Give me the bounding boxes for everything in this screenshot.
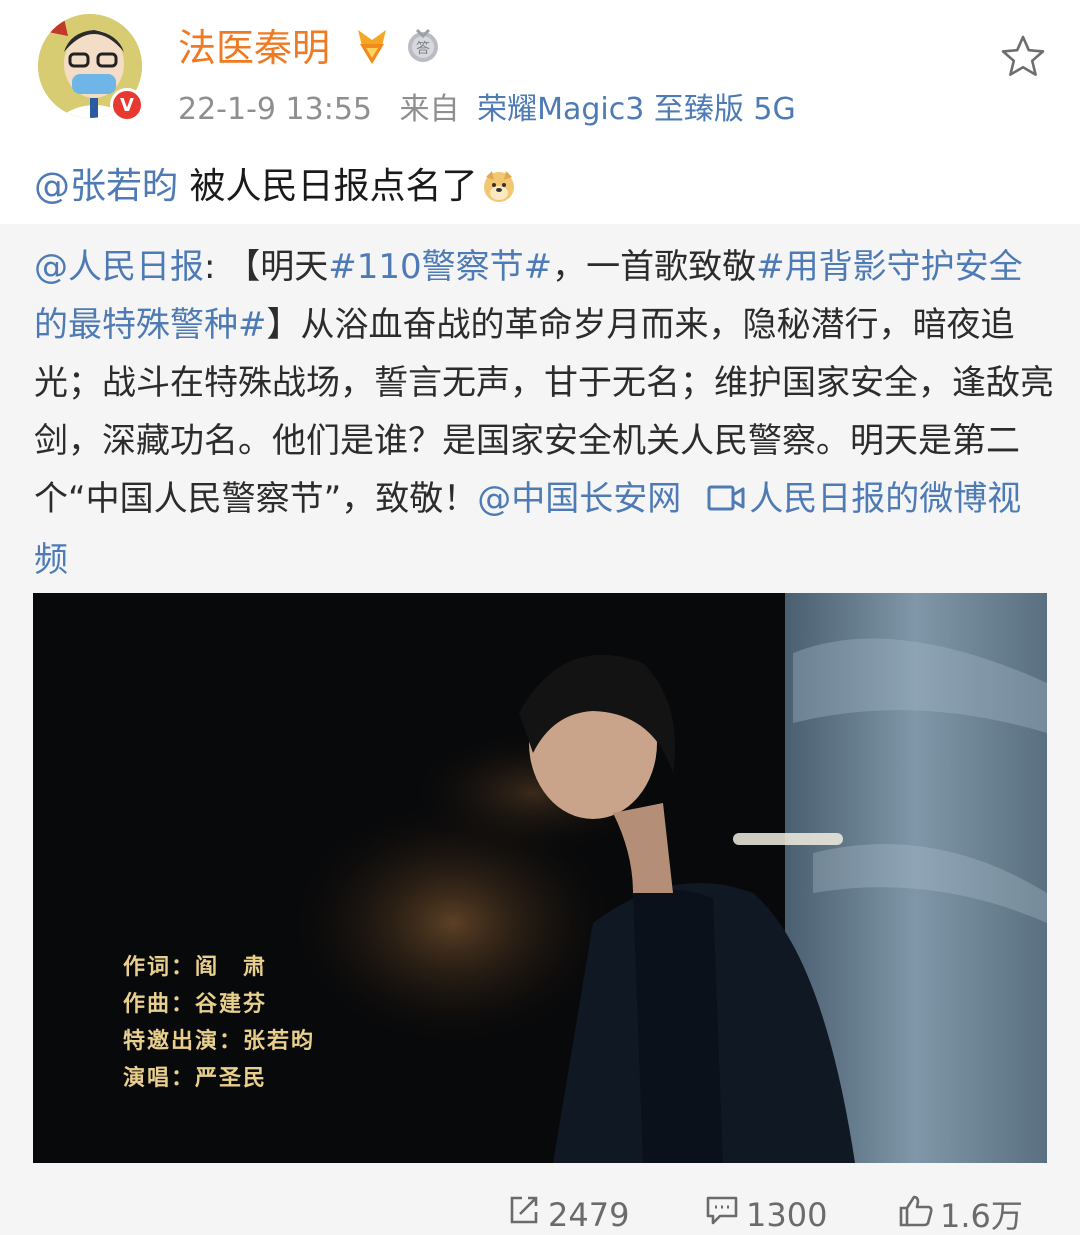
repost-colon: : — [204, 247, 227, 287]
svg-text:答: 答 — [416, 40, 430, 57]
post-header: V 法医秦明 答 22-1-9 13:55 来自 荣耀Magic3 至臻版 5G — [0, 0, 1080, 150]
video-credits: 作词：阎 肃 作曲：谷建芬 特邀出演：张若昀 演唱：严圣民 — [123, 949, 315, 1097]
repost-mid-text: ，一首歌致敬 — [552, 247, 757, 287]
repost-icon — [508, 1194, 542, 1235]
post-body: 被人民日报点名了 — [178, 166, 478, 207]
repost-author-link[interactable]: @人民日报 — [34, 247, 204, 287]
like-button[interactable]: 1.6万 — [898, 1194, 1023, 1235]
post-timestamp: 22-1-9 13:55 — [178, 92, 372, 127]
hashtag-police-day[interactable]: #110警察节# — [328, 247, 552, 287]
doge-emoji-icon — [481, 168, 517, 204]
action-bar: 2479 1300 1.6万 — [0, 1194, 1080, 1235]
comment-icon — [704, 1194, 740, 1235]
post-meta: 22-1-9 13:55 来自 荣耀Magic3 至臻版 5G — [178, 92, 796, 128]
like-count: 1.6万 — [940, 1196, 1023, 1235]
repost-bracket-open: 【明天 — [226, 247, 329, 287]
video-camera-icon — [707, 473, 745, 531]
credit-line: 特邀出演：张若昀 — [123, 1028, 316, 1054]
credit-line: 作曲：谷建芬 — [123, 991, 268, 1017]
mention-chinapeace-link[interactable]: @中国长安网 — [477, 479, 681, 519]
mention-link[interactable]: @张若昀 — [34, 166, 178, 207]
user-badges: 答 — [352, 26, 440, 70]
repost-card[interactable]: @人民日报: 【明天#110警察节#，一首歌致敬#用背影守护安全的最特殊警种#】… — [0, 224, 1080, 1235]
comment-button[interactable]: 1300 — [704, 1194, 827, 1235]
from-label: 来自 — [399, 92, 460, 127]
repost-count: 2479 — [548, 1195, 630, 1234]
favorite-star-icon[interactable] — [1000, 34, 1046, 82]
avatar[interactable]: V — [38, 14, 146, 122]
credit-line: 演唱：严圣民 — [123, 1065, 268, 1091]
comment-count: 1300 — [746, 1195, 828, 1234]
post-text: @张若昀 被人民日报点名了 — [34, 162, 517, 212]
video-player[interactable]: 作词：阎 肃 作曲：谷建芬 特邀出演：张若昀 演唱：严圣民 — [33, 593, 1047, 1163]
verified-icon: V — [110, 88, 144, 122]
thumbs-up-icon — [898, 1194, 934, 1235]
credit-line: 作词：阎 肃 — [123, 954, 268, 980]
username[interactable]: 法医秦明 — [178, 26, 330, 70]
repost-button[interactable]: 2479 — [508, 1194, 629, 1235]
medal-icon[interactable] — [352, 26, 392, 70]
repost-text: @人民日报: 【明天#110警察节#，一首歌致敬#用背影守护安全的最特殊警种#】… — [34, 238, 1054, 589]
post-source[interactable]: 荣耀Magic3 至臻版 5G — [477, 92, 796, 127]
answer-badge-icon[interactable]: 答 — [406, 28, 440, 68]
